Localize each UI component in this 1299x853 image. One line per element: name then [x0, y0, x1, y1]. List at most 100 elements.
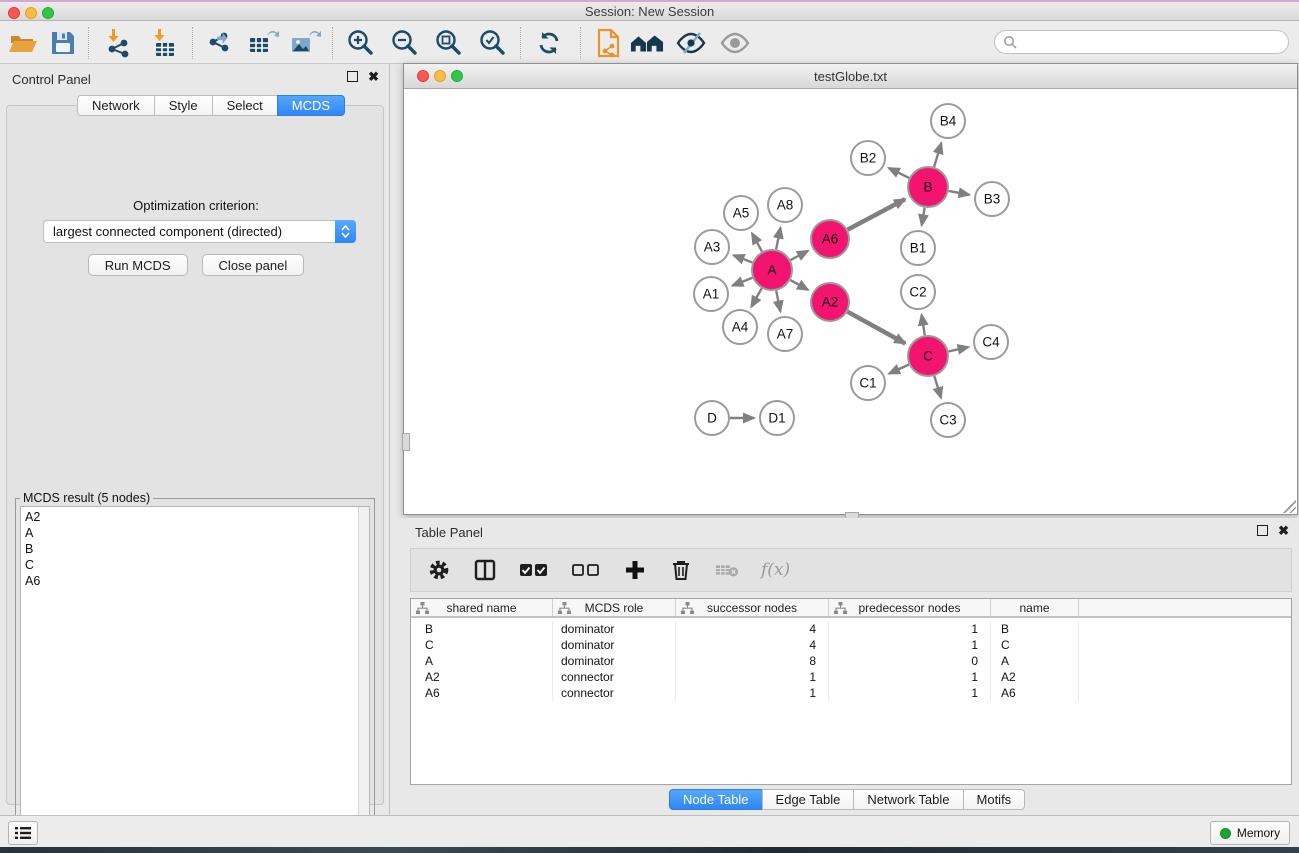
network-close-button[interactable]	[417, 70, 429, 82]
result-list-item[interactable]: A2	[25, 509, 355, 525]
list-scrollbar[interactable]	[358, 507, 369, 836]
network-node-C1[interactable]: C1	[851, 366, 885, 400]
export-table-button[interactable]	[246, 26, 280, 60]
network-edge-C-C2[interactable]	[922, 315, 925, 336]
memory-button[interactable]: Memory	[1210, 821, 1290, 845]
run-mcds-button[interactable]: Run MCDS	[88, 254, 188, 276]
network-node-A[interactable]: A	[752, 250, 792, 290]
network-edge-C-C1[interactable]	[889, 365, 909, 374]
task-history-button[interactable]	[8, 821, 38, 845]
network-node-A3[interactable]: A3	[695, 230, 729, 264]
network-edge-C-C3[interactable]	[934, 376, 941, 398]
save-session-button[interactable]	[46, 26, 80, 60]
minimize-window-button[interactable]	[25, 7, 37, 19]
network-edge-B-B4[interactable]	[934, 143, 941, 167]
network-edge-C-C4[interactable]	[949, 347, 969, 351]
tab-network-table[interactable]: Network Table	[853, 789, 963, 810]
table-row[interactable]: Cdominator41C	[411, 637, 1291, 653]
network-node-B4[interactable]: B4	[931, 104, 965, 138]
float-panel-icon[interactable]	[347, 71, 358, 82]
birds-eye-view-button[interactable]	[718, 26, 752, 60]
zoom-selected-button[interactable]	[476, 26, 510, 60]
network-node-B[interactable]: B	[908, 167, 948, 207]
refresh-button[interactable]	[532, 26, 566, 60]
open-session-button[interactable]	[6, 26, 40, 60]
delete-column-button[interactable]	[669, 558, 693, 582]
network-edge-B-B2[interactable]	[889, 168, 909, 178]
deselect-all-columns-button[interactable]	[571, 558, 601, 582]
network-edge-A6-B[interactable]	[848, 199, 905, 229]
splitter-handle-left[interactable]	[402, 433, 410, 451]
network-edge-A-A8[interactable]	[776, 228, 780, 250]
open-recent-session-button[interactable]	[592, 26, 626, 60]
network-canvas[interactable]: A A1 A3 A4 A5 A7 A8 A6 A2 B B1 B2 B3 B4 C C1 C2 C3 C4 D D1	[404, 89, 1297, 514]
network-node-A4[interactable]: A4	[723, 310, 757, 344]
graphics-details-button[interactable]	[674, 26, 708, 60]
import-network-button[interactable]	[102, 26, 136, 60]
tab-style[interactable]: Style	[154, 95, 213, 116]
table-row[interactable]: A2connector11A2	[411, 669, 1291, 685]
close-panel-icon[interactable]: ✖	[1278, 525, 1289, 536]
column-header-name[interactable]: name	[991, 599, 1079, 616]
network-node-C2[interactable]: C2	[901, 275, 935, 309]
zoom-out-button[interactable]	[388, 26, 422, 60]
network-edge-A-A2[interactable]	[790, 280, 808, 290]
export-network-button[interactable]	[203, 26, 237, 60]
network-node-A6[interactable]: A6	[811, 220, 849, 258]
network-node-B3[interactable]: B3	[975, 182, 1009, 216]
network-node-C4[interactable]: C4	[974, 325, 1008, 359]
mcds-result-list[interactable]: A2ABCA6	[20, 506, 370, 837]
network-edge-A-A6[interactable]	[791, 251, 809, 260]
network-node-B2[interactable]: B2	[851, 141, 885, 175]
search-field[interactable]	[994, 30, 1289, 54]
import-table-button[interactable]	[148, 26, 182, 60]
select-all-columns-button[interactable]	[519, 558, 549, 582]
close-panel-icon[interactable]: ✖	[368, 71, 379, 82]
network-zoom-button[interactable]	[451, 70, 463, 82]
network-edge-A-A4[interactable]	[751, 288, 761, 307]
tab-select[interactable]: Select	[212, 95, 278, 116]
network-edge-A-A7[interactable]	[776, 291, 780, 312]
table-settings-button[interactable]	[427, 558, 451, 582]
close-window-button[interactable]	[8, 7, 20, 19]
create-column-button[interactable]	[623, 558, 647, 582]
network-node-C3[interactable]: C3	[931, 403, 965, 437]
result-list-item[interactable]: C	[25, 557, 355, 573]
network-node-D[interactable]: D	[695, 401, 729, 435]
column-header-shared-name[interactable]: shared name	[411, 599, 553, 616]
network-node-C[interactable]: C	[908, 336, 948, 376]
network-node-A1[interactable]: A1	[694, 277, 728, 311]
network-edge-A-A3[interactable]	[734, 255, 753, 262]
network-node-D1[interactable]: D1	[760, 401, 794, 435]
network-node-A7[interactable]: A7	[768, 317, 802, 351]
network-edge-B-B1[interactable]	[922, 208, 925, 226]
function-builder-button[interactable]: f(x)	[761, 560, 790, 580]
column-header-mcds-role[interactable]: MCDS role	[553, 599, 676, 616]
delete-table-button[interactable]	[715, 558, 739, 582]
tab-node-table[interactable]: Node Table	[669, 789, 763, 810]
float-panel-icon[interactable]	[1257, 525, 1268, 536]
zoom-fit-button[interactable]	[432, 26, 466, 60]
export-image-button[interactable]	[288, 26, 322, 60]
tab-network[interactable]: Network	[77, 95, 155, 116]
table-row[interactable]: Adominator80A	[411, 653, 1291, 669]
result-list-item[interactable]: A6	[25, 573, 355, 589]
tab-motifs[interactable]: Motifs	[963, 789, 1026, 810]
show-all-windows-button[interactable]	[630, 26, 664, 60]
criterion-dropdown[interactable]: largest connected component (directed)	[43, 220, 356, 243]
network-edge-B-B3[interactable]	[949, 191, 970, 195]
zoom-window-button[interactable]	[42, 7, 54, 19]
network-node-A8[interactable]: A8	[768, 188, 802, 222]
toggle-column-view-button[interactable]	[473, 558, 497, 582]
result-list-item[interactable]: B	[25, 541, 355, 557]
network-node-A2[interactable]: A2	[811, 283, 849, 321]
network-edge-A2-C[interactable]	[848, 312, 906, 344]
network-window-titlebar[interactable]: testGlobe.txt	[404, 64, 1297, 89]
table-row[interactable]: A6connector11A6	[411, 685, 1291, 701]
network-node-A5[interactable]: A5	[724, 196, 758, 230]
network-minimize-button[interactable]	[434, 70, 446, 82]
tab-mcds[interactable]: MCDS	[277, 95, 345, 116]
search-input[interactable]	[1017, 35, 1288, 49]
result-list-item[interactable]: A	[25, 525, 355, 541]
network-node-B1[interactable]: B1	[901, 231, 935, 265]
